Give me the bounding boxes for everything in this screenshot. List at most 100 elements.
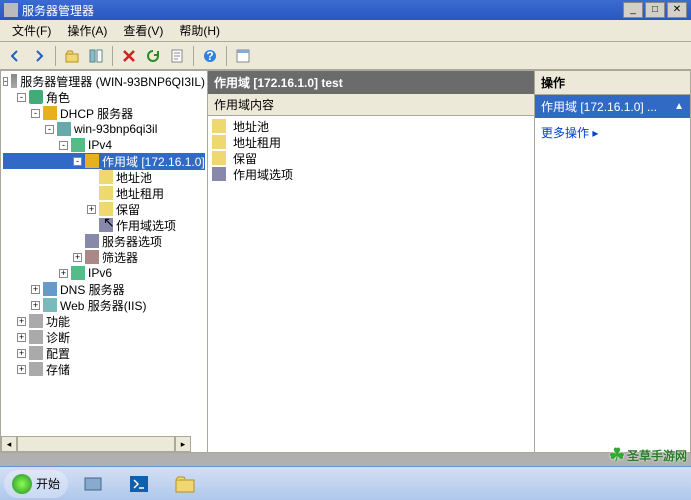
scroll-thumb[interactable]: [17, 436, 175, 452]
tree-storage[interactable]: +存储: [3, 361, 205, 377]
tree-dhcp[interactable]: -DHCP 服务器: [3, 105, 205, 121]
ipv4-icon: [71, 138, 85, 152]
tree-ipv4[interactable]: -IPv4: [3, 137, 205, 153]
back-button[interactable]: [4, 45, 26, 67]
list-item[interactable]: 保留: [210, 150, 532, 166]
folder-icon: [99, 170, 113, 184]
menu-action[interactable]: 操作(A): [59, 20, 115, 41]
collapse-icon: ▲: [674, 101, 684, 112]
tree-dns[interactable]: +DNS 服务器: [3, 281, 205, 297]
collapse-icon[interactable]: -: [59, 141, 68, 150]
show-hide-button[interactable]: [85, 45, 107, 67]
properties-button[interactable]: [232, 45, 254, 67]
expand-icon[interactable]: +: [31, 301, 40, 310]
collapse-icon[interactable]: -: [31, 109, 40, 118]
taskbar: 开始: [0, 466, 691, 500]
tree-filter[interactable]: +筛选器: [3, 249, 205, 265]
export-button[interactable]: [166, 45, 188, 67]
menu-file[interactable]: 文件(F): [4, 20, 59, 41]
expand-icon[interactable]: +: [87, 205, 96, 214]
collapse-icon[interactable]: -: [3, 77, 8, 86]
expand-icon[interactable]: +: [59, 269, 68, 278]
tree-serveropt[interactable]: 服务器选项: [3, 233, 205, 249]
delete-button[interactable]: [118, 45, 140, 67]
collapse-icon[interactable]: -: [73, 157, 82, 166]
tree-host[interactable]: -win-93bnp6qi3il: [3, 121, 205, 137]
details-list: 地址池 地址租用 保留 作用域选项: [208, 116, 534, 452]
up-button[interactable]: [61, 45, 83, 67]
tree-scope[interactable]: -作用域 [172.16.1.0]: [3, 153, 205, 169]
tree-features[interactable]: +功能: [3, 313, 205, 329]
tree-pool[interactable]: 地址池: [3, 169, 205, 185]
details-header: 作用域 [172.16.1.0] test: [208, 71, 534, 94]
expand-icon[interactable]: +: [73, 253, 82, 262]
start-button[interactable]: 开始: [4, 470, 68, 498]
forward-button[interactable]: [28, 45, 50, 67]
svg-text:?: ?: [206, 49, 213, 63]
taskbar-explorer[interactable]: [164, 470, 206, 498]
folder-icon: [212, 135, 226, 149]
toolbar: ?: [0, 42, 691, 70]
chevron-right-icon: ▸: [592, 126, 598, 140]
folder-icon: [99, 186, 113, 200]
list-item[interactable]: 作用域选项: [210, 166, 532, 182]
menu-view[interactable]: 查看(V): [115, 20, 171, 41]
collapse-icon[interactable]: -: [17, 93, 26, 102]
tree-hscroll[interactable]: ◂ ▸: [1, 436, 191, 452]
actions-header: 操作: [535, 71, 690, 95]
more-actions-link[interactable]: 更多操作 ▸: [541, 122, 684, 143]
maximize-button[interactable]: □: [645, 2, 665, 18]
window-title: 服务器管理器: [22, 2, 94, 19]
taskbar-servermanager[interactable]: [72, 470, 114, 498]
expand-icon[interactable]: +: [17, 349, 26, 358]
title-bar: 服务器管理器 _ □ ✕: [0, 0, 691, 20]
menu-bar: 文件(F) 操作(A) 查看(V) 帮助(H): [0, 20, 691, 42]
content-area: -服务器管理器 (WIN-93BNP6QI3IL) -角色 -DHCP 服务器 …: [0, 70, 691, 453]
actions-panel: 操作 作用域 [172.16.1.0] ...▲ 更多操作 ▸: [535, 70, 691, 453]
role-icon: [29, 90, 43, 104]
details-panel: 作用域 [172.16.1.0] test 作用域内容 地址池 地址租用 保留 …: [208, 70, 535, 453]
server-icon: [11, 74, 17, 88]
column-header[interactable]: 作用域内容: [208, 94, 534, 116]
host-icon: [57, 122, 71, 136]
scope-icon: [85, 154, 99, 168]
tree-config[interactable]: +配置: [3, 345, 205, 361]
refresh-button[interactable]: [142, 45, 164, 67]
app-icon: [4, 3, 18, 17]
list-item[interactable]: 地址租用: [210, 134, 532, 150]
help-button[interactable]: ?: [199, 45, 221, 67]
cursor-icon: ↖: [103, 214, 115, 231]
web-icon: [43, 298, 57, 312]
expand-icon[interactable]: +: [17, 333, 26, 342]
tree-ipv6[interactable]: +IPv6: [3, 265, 205, 281]
feature-icon: [29, 314, 43, 328]
diag-icon: [29, 330, 43, 344]
collapse-icon[interactable]: -: [45, 125, 54, 134]
tree-web[interactable]: +Web 服务器(IIS): [3, 297, 205, 313]
list-item[interactable]: 地址池: [210, 118, 532, 134]
scroll-left-button[interactable]: ◂: [1, 436, 17, 452]
tree-root[interactable]: -服务器管理器 (WIN-93BNP6QI3IL): [3, 73, 205, 89]
taskbar-powershell[interactable]: [118, 470, 160, 498]
dhcp-icon: [43, 106, 57, 120]
minimize-button[interactable]: _: [623, 2, 643, 18]
options-icon: [85, 234, 99, 248]
config-icon: [29, 346, 43, 360]
tree-roles[interactable]: -角色: [3, 89, 205, 105]
close-button[interactable]: ✕: [667, 2, 687, 18]
tree-diag[interactable]: +诊断: [3, 329, 205, 345]
start-orb-icon: [12, 474, 32, 494]
options-icon: [212, 167, 226, 181]
ipv6-icon: [71, 266, 85, 280]
expand-icon[interactable]: +: [17, 365, 26, 374]
storage-icon: [29, 362, 43, 376]
expand-icon[interactable]: +: [31, 285, 40, 294]
expand-icon[interactable]: +: [17, 317, 26, 326]
actions-subtitle[interactable]: 作用域 [172.16.1.0] ...▲: [535, 95, 690, 118]
menu-help[interactable]: 帮助(H): [171, 20, 228, 41]
tree-lease[interactable]: 地址租用: [3, 185, 205, 201]
scroll-right-button[interactable]: ▸: [175, 436, 191, 452]
watermark: ☘圣草手游网: [609, 445, 687, 466]
dns-icon: [43, 282, 57, 296]
tree-panel: -服务器管理器 (WIN-93BNP6QI3IL) -角色 -DHCP 服务器 …: [0, 70, 208, 453]
